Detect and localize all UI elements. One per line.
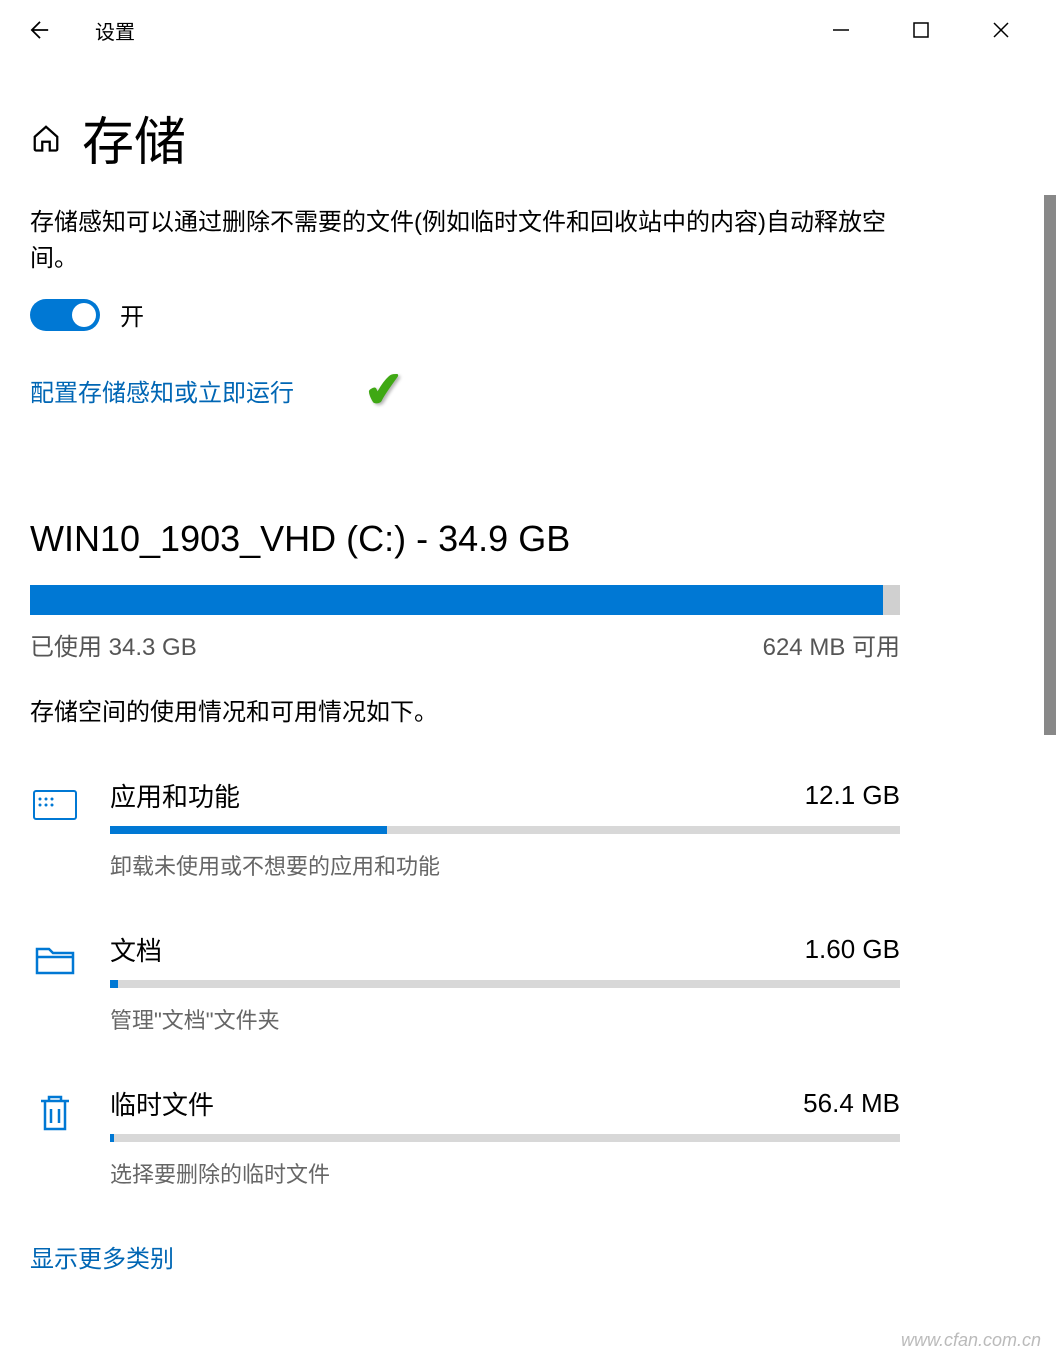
page-header: 存储 [0,60,1056,205]
page-title: 存储 [82,100,186,175]
category-size: 56.4 MB [803,1088,900,1119]
category-header: 应用和功能 12.1 GB [110,777,900,814]
category-bar-fill [110,826,387,834]
category-item[interactable]: 临时文件 56.4 MB 选择要删除的临时文件 [30,1085,900,1189]
show-more-categories-link[interactable]: 显示更多类别 [30,1239,1026,1274]
toggle-label: 开 [120,297,144,332]
titlebar: 设置 [0,0,1056,60]
scrollbar[interactable] [1044,195,1056,735]
category-bar [110,1134,900,1142]
drive-used-label: 已使用 34.3 GB [30,627,197,662]
documents-icon [30,934,80,984]
category-bar-fill [110,1134,114,1142]
arrow-left-icon [26,16,54,44]
category-bar [110,980,900,988]
category-item[interactable]: 应用和功能 12.1 GB 卸载未使用或不想要的应用和功能 [30,777,900,881]
category-name: 文档 [110,931,162,968]
category-hint: 卸载未使用或不想要的应用和功能 [110,849,900,881]
category-size: 1.60 GB [805,934,900,965]
drive-title: WIN10_1903_VHD (C:) - 34.9 GB [30,518,1026,560]
drive-stats: 已使用 34.3 GB 624 MB 可用 [30,627,900,662]
category-bar [110,826,900,834]
storage-sense-toggle[interactable] [30,299,100,331]
window-controls [821,10,1036,50]
close-button[interactable] [981,10,1021,50]
checkmark-icon: ✔ [362,360,407,419]
toggle-row: 开 [30,297,1026,332]
category-name: 应用和功能 [110,777,240,814]
maximize-button[interactable] [901,10,941,50]
drive-usage-bar [30,585,900,615]
minimize-icon [831,20,851,40]
maximize-icon [912,21,930,39]
category-size: 12.1 GB [805,780,900,811]
category-content: 应用和功能 12.1 GB 卸载未使用或不想要的应用和功能 [110,777,900,881]
category-header: 文档 1.60 GB [110,931,900,968]
category-header: 临时文件 56.4 MB [110,1085,900,1122]
category-name: 临时文件 [110,1085,214,1122]
content-area: 存储感知可以通过删除不需要的文件(例如临时文件和回收站中的内容)自动释放空间。 … [0,205,1056,1274]
drive-usage-bar-fill [30,585,883,615]
back-button[interactable] [20,10,60,50]
apps-icon [30,780,80,830]
category-bar-fill [110,980,118,988]
category-content: 临时文件 56.4 MB 选择要删除的临时文件 [110,1085,900,1189]
configure-row: 配置存储感知或立即运行 ✔ [30,362,1026,418]
category-item[interactable]: 文档 1.60 GB 管理"文档"文件夹 [30,931,900,1035]
home-button[interactable] [30,122,62,154]
drive-free-label: 624 MB 可用 [763,627,900,662]
close-icon [991,20,1011,40]
trash-icon [30,1088,80,1138]
configure-storage-sense-link[interactable]: 配置存储感知或立即运行 [30,373,294,408]
usage-description: 存储空间的使用情况和可用情况如下。 [30,692,1026,727]
category-hint: 选择要删除的临时文件 [110,1157,900,1189]
category-content: 文档 1.60 GB 管理"文档"文件夹 [110,931,900,1035]
toggle-knob [72,303,96,327]
titlebar-title: 设置 [95,16,135,45]
home-icon [31,123,61,153]
storage-sense-description: 存储感知可以通过删除不需要的文件(例如临时文件和回收站中的内容)自动释放空间。 [30,205,890,277]
minimize-button[interactable] [821,10,861,50]
category-hint: 管理"文档"文件夹 [110,1003,900,1035]
watermark: www.cfan.com.cn [901,1330,1041,1351]
